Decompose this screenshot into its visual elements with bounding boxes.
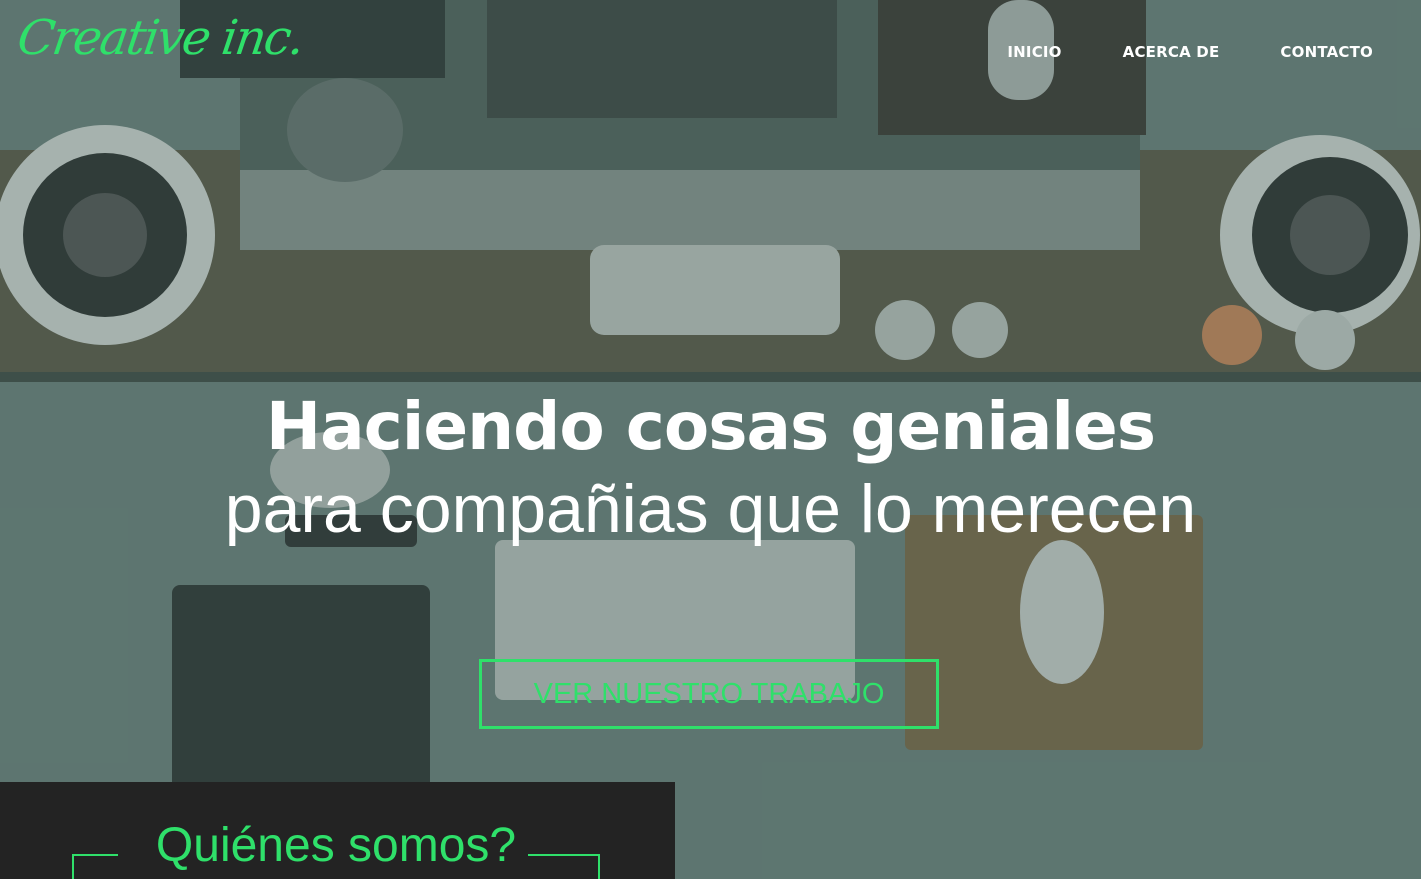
brand-logo[interactable]: Creative inc. [14, 10, 306, 66]
main-nav: INICIO ACERCA DE CONTACTO [1007, 43, 1373, 61]
about-panel: Quiénes somos? [0, 782, 675, 879]
hero-section: Creative inc. INICIO ACERCA DE CONTACTO … [0, 0, 1421, 879]
nav-link-acerca-de[interactable]: ACERCA DE [1123, 43, 1220, 61]
about-title: Quiénes somos? [155, 819, 517, 872]
hero-headline: Haciendo cosas geniales [265, 388, 1156, 465]
about-title-frame: Quiénes somos? [72, 822, 600, 879]
nav-link-contacto[interactable]: CONTACTO [1280, 43, 1373, 61]
nav-link-inicio[interactable]: INICIO [1007, 43, 1061, 61]
view-work-button[interactable]: VER NUESTRO TRABAJO [479, 659, 939, 729]
hero-subline: para compañias que lo merecen [224, 471, 1197, 547]
